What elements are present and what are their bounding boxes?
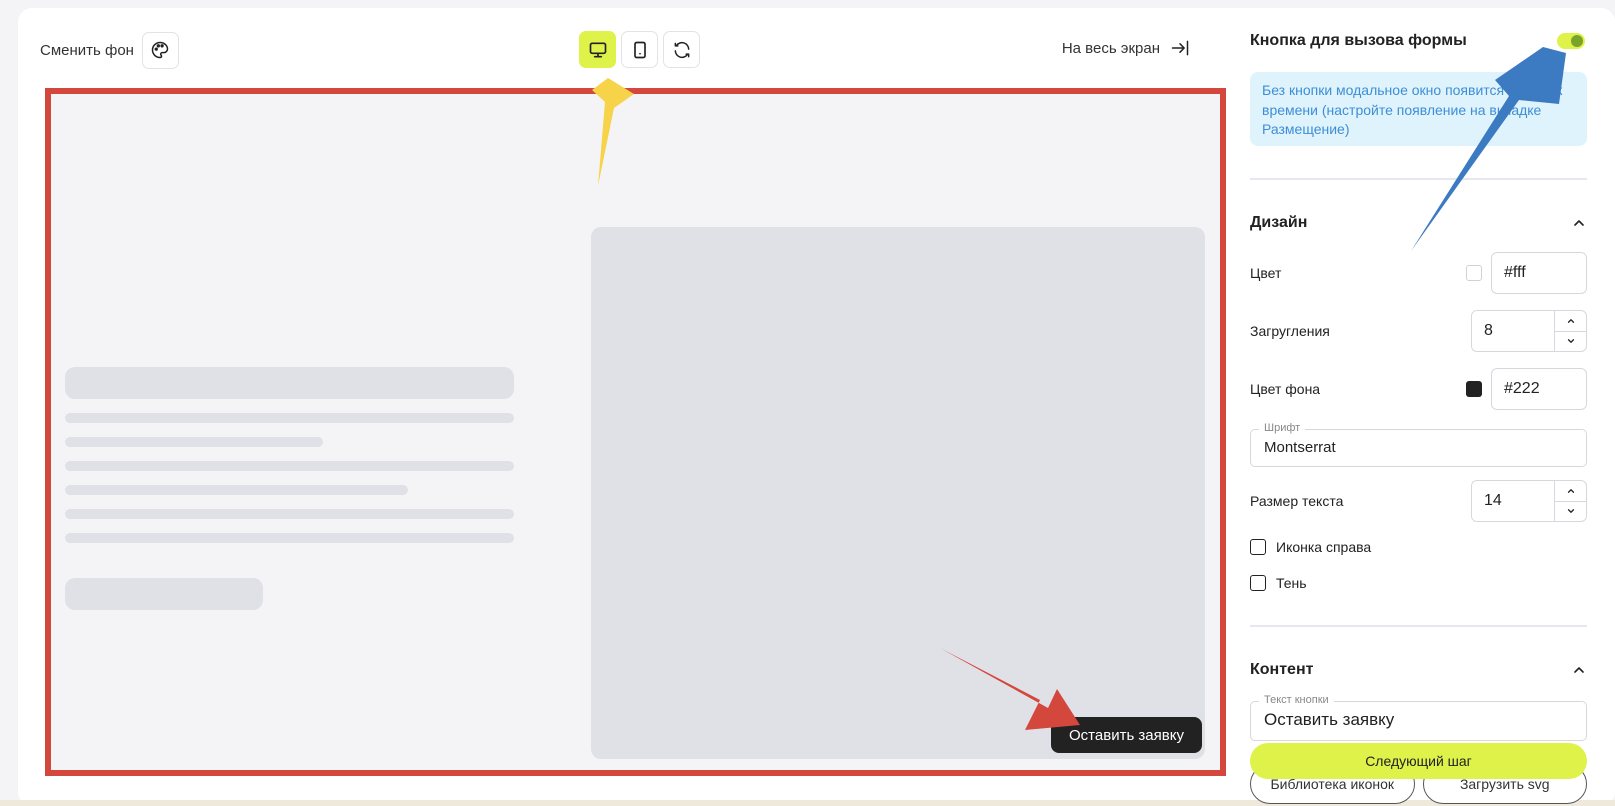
mobile-view-button[interactable]	[621, 31, 658, 68]
text-size-row: Размер текста	[1250, 480, 1587, 522]
font-select[interactable]: Шрифт Montserrat	[1250, 422, 1587, 467]
radius-decrement-button[interactable]	[1555, 332, 1586, 352]
fullscreen-button[interactable]: На весь экран	[1062, 38, 1190, 58]
form-button-toggle[interactable]	[1557, 33, 1585, 49]
arrow-right-bar-icon	[1171, 40, 1189, 56]
skeleton-line	[65, 533, 514, 543]
background-switch-label: Сменить фон	[40, 41, 134, 59]
next-step-button[interactable]: Следующий шаг	[1250, 743, 1587, 779]
icon-right-checkbox-row[interactable]: Иконка справа	[1250, 539, 1371, 555]
background-color-row: Цвет фона	[1250, 368, 1587, 410]
text-size-stepper	[1471, 480, 1587, 522]
button-text-legend: Текст кнопки	[1259, 694, 1334, 706]
form-preview: Оставить заявку	[45, 88, 1226, 776]
skeleton-button	[65, 578, 263, 610]
chevron-down-icon	[1567, 509, 1574, 514]
button-text-field[interactable]: Текст кнопки Оставить заявку	[1250, 694, 1587, 741]
skeleton-line	[65, 485, 408, 495]
radius-input[interactable]	[1472, 311, 1554, 351]
chevron-down-icon	[1567, 339, 1574, 344]
radius-row: Загругления	[1250, 310, 1587, 352]
chevron-up-icon	[1574, 220, 1584, 226]
radius-label: Загругления	[1250, 323, 1330, 339]
divider	[1250, 625, 1587, 627]
font-legend: Шрифт	[1259, 422, 1306, 434]
content-section-title: Контент	[1250, 661, 1314, 678]
text-size-label: Размер текста	[1250, 493, 1344, 509]
shadow-checkbox-row[interactable]: Тень	[1250, 575, 1307, 591]
icon-right-checkbox[interactable]	[1250, 539, 1266, 555]
refresh-icon	[674, 41, 689, 58]
text-size-increment-button[interactable]	[1555, 481, 1586, 502]
color-label: Цвет	[1250, 265, 1282, 281]
info-message: Без кнопки модальное окно появится через…	[1250, 72, 1587, 146]
device-switcher	[579, 31, 700, 68]
divider	[1250, 178, 1587, 180]
background-color-input[interactable]	[1491, 368, 1587, 410]
design-section-header[interactable]: Дизайн	[1250, 214, 1587, 232]
chevron-up-icon	[1574, 667, 1584, 673]
refresh-button[interactable]	[663, 31, 700, 68]
icon-right-label: Иконка справа	[1276, 539, 1372, 555]
fullscreen-label: На весь экран	[1061, 39, 1160, 57]
text-size-decrement-button[interactable]	[1555, 502, 1586, 522]
settings-panel: Кнопка для вызова формы Без кнопки модал…	[1250, 0, 1587, 806]
content-section-header[interactable]: Контент	[1250, 661, 1587, 679]
color-input[interactable]	[1491, 252, 1587, 294]
skeleton-title	[65, 367, 514, 399]
mobile-icon	[633, 41, 646, 58]
toggle-knob	[1571, 35, 1583, 47]
palette-icon	[152, 41, 169, 59]
desktop-icon	[589, 42, 606, 58]
palette-button[interactable]	[141, 31, 179, 69]
skeleton-line	[65, 509, 514, 519]
chevron-up-icon	[1567, 488, 1574, 493]
text-size-input[interactable]	[1472, 481, 1554, 521]
skeleton-line	[65, 437, 323, 447]
background-color-swatch[interactable]	[1466, 381, 1482, 397]
chevron-up-icon	[1567, 318, 1574, 323]
shadow-label: Тень	[1276, 575, 1307, 591]
desktop-view-button[interactable]	[579, 31, 616, 68]
panel-header: Кнопка для вызова формы	[1250, 32, 1587, 50]
leave-request-button[interactable]: Оставить заявку	[1051, 717, 1202, 753]
skeleton-line	[65, 413, 514, 423]
design-section-title: Дизайн	[1250, 214, 1308, 231]
panel-title: Кнопка для вызова формы	[1250, 32, 1467, 49]
radius-increment-button[interactable]	[1555, 311, 1586, 332]
color-swatch[interactable]	[1466, 265, 1482, 281]
color-row: Цвет	[1250, 252, 1587, 294]
background-color-label: Цвет фона	[1250, 381, 1321, 397]
radius-stepper	[1471, 310, 1587, 352]
shadow-checkbox[interactable]	[1250, 575, 1266, 591]
button-text-value: Оставить заявку	[1264, 710, 1395, 729]
skeleton-line	[65, 461, 514, 471]
background-switch: Сменить фон	[40, 31, 179, 69]
font-value: Montserrat	[1264, 439, 1336, 456]
skeleton-image	[591, 227, 1205, 759]
